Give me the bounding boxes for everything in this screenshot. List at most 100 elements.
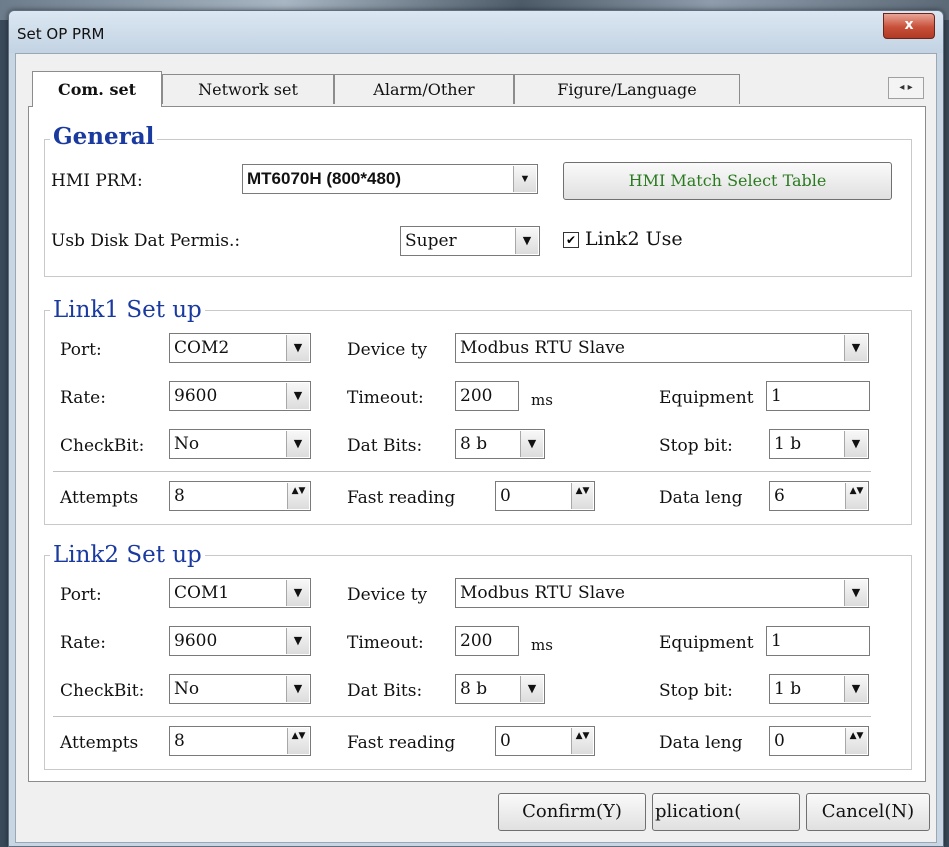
- chevron-down-icon[interactable]: ▼: [513, 166, 536, 192]
- link2-checkbit-label: CheckBit:: [60, 681, 145, 701]
- tab-scroll-right-icon[interactable]: ▸: [908, 82, 913, 93]
- link2-data-length-label: Data leng: [659, 733, 743, 753]
- link2-datbits-select[interactable]: 8 b ▼: [455, 674, 545, 704]
- chevron-down-icon[interactable]: ▼: [286, 580, 309, 606]
- link1-stopbit-select[interactable]: 1 b ▼: [769, 429, 869, 459]
- tab-scroll-arrows[interactable]: ◂ ▸: [888, 77, 924, 99]
- general-group: General HMI PRM: MT6070H (800*480) ▼ HMI…: [44, 124, 912, 277]
- chevron-down-icon[interactable]: ▼: [520, 676, 543, 702]
- hmi-match-table-button[interactable]: HMI Match Select Table: [563, 162, 892, 200]
- link2-timeout-label: Timeout:: [347, 633, 424, 653]
- chevron-down-icon[interactable]: ▼: [286, 335, 309, 361]
- dialog-window: Set OP PRM x Com. set Network set Alarm/…: [8, 10, 944, 847]
- link1-device-select[interactable]: Modbus RTU Slave ▼: [455, 333, 869, 363]
- link2-port-value: COM1: [174, 583, 230, 603]
- window-title: Set OP PRM: [17, 25, 105, 43]
- link1-attempts-spinner[interactable]: 8 ▲▼: [169, 481, 311, 511]
- chevron-down-icon[interactable]: ▼: [515, 228, 538, 254]
- chevron-down-icon[interactable]: ▼: [286, 431, 309, 457]
- spin-arrows-icon[interactable]: ▲▼: [287, 483, 309, 509]
- link2-device-label: Device ty: [347, 585, 428, 605]
- spin-arrows-icon[interactable]: ▲▼: [571, 728, 593, 754]
- link2-data-length-spinner[interactable]: 0 ▲▼: [769, 726, 869, 756]
- link2-fast-reading-spinner[interactable]: 0 ▲▼: [495, 726, 595, 756]
- link2-rate-label: Rate:: [60, 633, 106, 653]
- link2-port-select[interactable]: COM1 ▼: [169, 578, 311, 608]
- link1-rate-label: Rate:: [60, 388, 106, 408]
- link1-port-value: COM2: [174, 338, 230, 358]
- spin-arrows-icon[interactable]: ▲▼: [287, 728, 309, 754]
- link1-data-length-spinner[interactable]: 6 ▲▼: [769, 481, 869, 511]
- link1-device-value: Modbus RTU Slave: [460, 338, 625, 358]
- link1-datbits-select[interactable]: 8 b ▼: [455, 429, 545, 459]
- link1-datbits-value: 8 b: [460, 434, 488, 454]
- chevron-down-icon[interactable]: ▼: [286, 383, 309, 409]
- link2-fast-reading-label: Fast reading: [347, 733, 456, 753]
- link1-device-label: Device ty: [347, 340, 428, 360]
- tab-alarm-other[interactable]: Alarm/Other: [334, 74, 514, 104]
- chevron-down-icon[interactable]: ▼: [844, 676, 867, 702]
- link2-datbits-label: Dat Bits:: [347, 681, 423, 701]
- link1-equipment-input[interactable]: 1: [766, 381, 870, 411]
- tab-scroll-left-icon[interactable]: ◂: [899, 82, 904, 93]
- link1-port-select[interactable]: COM2 ▼: [169, 333, 311, 363]
- spin-arrows-icon[interactable]: ▲▼: [571, 483, 593, 509]
- chevron-down-icon[interactable]: ▼: [286, 628, 309, 654]
- link1-stopbit-label: Stop bit:: [659, 436, 733, 456]
- link1-stopbit-value: 1 b: [774, 434, 802, 454]
- link1-data-length-value: 6: [774, 486, 785, 506]
- chevron-down-icon[interactable]: ▼: [844, 580, 867, 606]
- tab-content-com-set: General HMI PRM: MT6070H (800*480) ▼ HMI…: [28, 106, 926, 782]
- general-title: General: [50, 124, 158, 150]
- dialog-client: Com. set Network set Alarm/Other Figure/…: [15, 53, 937, 843]
- link2-use-checkbox[interactable]: ✔: [563, 232, 579, 248]
- link1-group: Link1 Set up Port: COM2 ▼ Device ty Modb…: [44, 297, 912, 525]
- link1-checkbit-select[interactable]: No ▼: [169, 429, 311, 459]
- chevron-down-icon[interactable]: ▼: [286, 676, 309, 702]
- link1-rate-value: 9600: [174, 386, 218, 406]
- link2-datbits-value: 8 b: [460, 679, 488, 699]
- usb-disk-label: Usb Disk Dat Permis.:: [51, 231, 241, 251]
- application-button[interactable]: plication(: [652, 793, 800, 831]
- link2-timeout-input[interactable]: 200: [455, 626, 519, 656]
- link2-stopbit-select[interactable]: 1 b ▼: [769, 674, 869, 704]
- link1-attempts-label: Attempts: [60, 488, 139, 508]
- link2-rate-value: 9600: [174, 631, 218, 651]
- link2-equipment-input[interactable]: 1: [766, 626, 870, 656]
- link1-timeout-label: Timeout:: [347, 388, 424, 408]
- link2-fast-reading-value: 0: [500, 731, 511, 751]
- spin-arrows-icon[interactable]: ▲▼: [845, 483, 867, 509]
- hmi-prm-select[interactable]: MT6070H (800*480) ▼: [242, 164, 538, 194]
- link2-timeout-unit: ms: [531, 636, 553, 654]
- link2-rate-select[interactable]: 9600 ▼: [169, 626, 311, 656]
- link2-attempts-value: 8: [174, 731, 185, 751]
- link2-stopbit-label: Stop bit:: [659, 681, 733, 701]
- link1-data-length-label: Data leng: [659, 488, 743, 508]
- tab-com-set[interactable]: Com. set: [32, 71, 162, 107]
- link2-device-select[interactable]: Modbus RTU Slave ▼: [455, 578, 869, 608]
- close-button[interactable]: x: [883, 13, 935, 39]
- cancel-button[interactable]: Cancel(N): [806, 793, 930, 831]
- link1-fast-reading-spinner[interactable]: 0 ▲▼: [495, 481, 595, 511]
- link1-rate-select[interactable]: 9600 ▼: [169, 381, 311, 411]
- link1-port-label: Port:: [60, 340, 102, 360]
- link1-timeout-unit: ms: [531, 391, 553, 409]
- confirm-button[interactable]: Confirm(Y): [498, 793, 646, 831]
- link1-fast-reading-value: 0: [500, 486, 511, 506]
- link2-checkbit-select[interactable]: No ▼: [169, 674, 311, 704]
- chevron-down-icon[interactable]: ▼: [520, 431, 543, 457]
- usb-permission-select[interactable]: Super ▼: [400, 226, 540, 256]
- tab-figure-language[interactable]: Figure/Language: [514, 74, 740, 104]
- link1-separator: [53, 471, 871, 473]
- link2-stopbit-value: 1 b: [774, 679, 802, 699]
- link1-checkbit-value: No: [174, 434, 200, 454]
- link2-attempts-spinner[interactable]: 8 ▲▼: [169, 726, 311, 756]
- spin-arrows-icon[interactable]: ▲▼: [845, 728, 867, 754]
- link1-timeout-input[interactable]: 200: [455, 381, 519, 411]
- tab-network-set[interactable]: Network set: [162, 74, 334, 104]
- chevron-down-icon[interactable]: ▼: [844, 431, 867, 457]
- usb-permission-value: Super: [405, 231, 457, 251]
- link2-port-label: Port:: [60, 585, 102, 605]
- link1-fast-reading-label: Fast reading: [347, 488, 456, 508]
- chevron-down-icon[interactable]: ▼: [844, 335, 867, 361]
